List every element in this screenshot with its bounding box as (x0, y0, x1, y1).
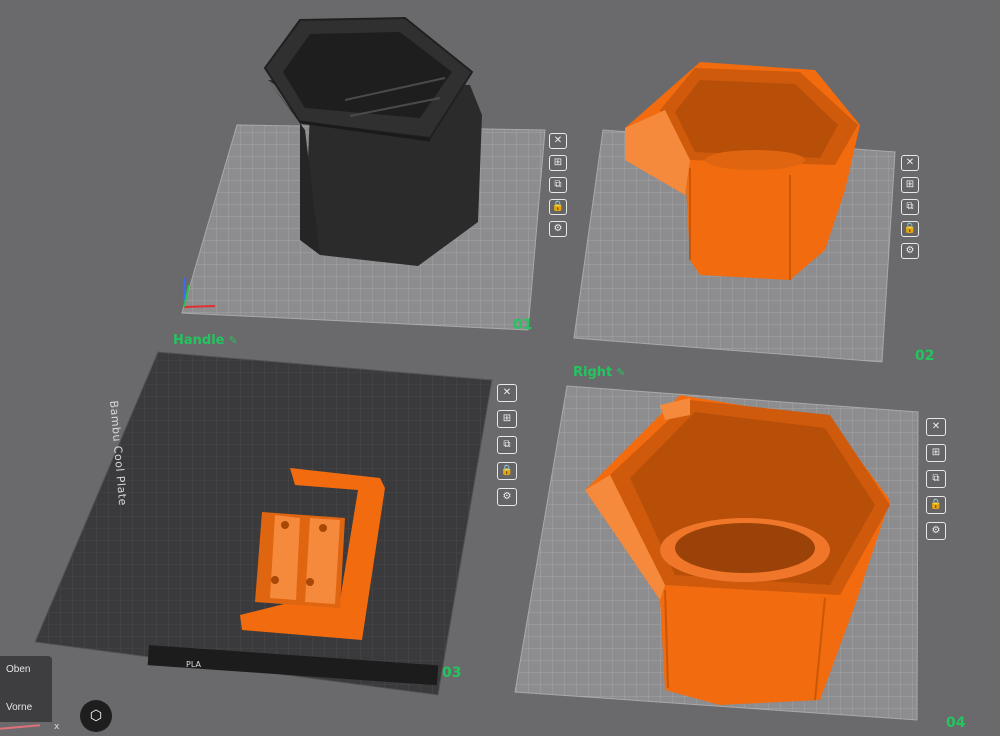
cube-icon: ⬡ (89, 708, 103, 724)
plate-toolbar-02: ✕ ⊞ ⧉ 🔒 ⚙ (901, 155, 919, 259)
plate-number-03: 03 (442, 665, 462, 681)
plate-name-03[interactable]: Handle ✎ (173, 333, 238, 348)
arrange-icon[interactable]: ⊞ (926, 444, 946, 462)
plate-toolbar-01: ✕ ⊞ ⧉ 🔒 ⚙ (549, 133, 567, 237)
viewport-3d[interactable] (0, 0, 1000, 736)
lock-icon[interactable]: 🔒 (926, 496, 946, 514)
edit-icon[interactable]: ✎ (616, 366, 625, 379)
orient-icon[interactable]: ⧉ (497, 436, 517, 454)
settings-icon[interactable]: ⚙ (497, 488, 517, 506)
edit-icon[interactable]: ✎ (229, 334, 238, 347)
close-icon[interactable]: ✕ (901, 155, 919, 171)
plate-name-04[interactable]: Right ✎ (573, 365, 625, 380)
lock-icon[interactable]: 🔒 (497, 462, 517, 480)
settings-icon[interactable]: ⚙ (926, 522, 946, 540)
arrange-icon[interactable]: ⊞ (497, 410, 517, 428)
view-cube[interactable]: Oben Vorne (0, 656, 52, 722)
plate-number-01: 01 (513, 317, 533, 333)
settings-icon[interactable]: ⚙ (549, 221, 567, 237)
close-icon[interactable]: ✕ (926, 418, 946, 436)
lock-icon[interactable]: 🔒 (901, 221, 919, 237)
arrange-icon[interactable]: ⊞ (901, 177, 919, 193)
view-3d-button[interactable]: ⬡ (80, 700, 112, 732)
orient-icon[interactable]: ⧉ (901, 199, 919, 215)
orient-icon[interactable]: ⧉ (926, 470, 946, 488)
close-icon[interactable]: ✕ (497, 384, 517, 402)
plate-name-text: Right (573, 365, 613, 380)
plate-number-04: 04 (946, 715, 966, 731)
x-axis-label: x (54, 722, 60, 732)
settings-icon[interactable]: ⚙ (901, 243, 919, 259)
filament-tag: PLA (186, 660, 201, 669)
plate-toolbar-04: ✕ ⊞ ⧉ 🔒 ⚙ (926, 418, 946, 540)
arrange-icon[interactable]: ⊞ (549, 155, 567, 171)
close-icon[interactable]: ✕ (549, 133, 567, 149)
view-cube-top-label[interactable]: Oben (6, 664, 30, 675)
plate-number-02: 02 (915, 348, 935, 364)
plate-name-text: Handle (173, 333, 225, 348)
plate-toolbar-03: ✕ ⊞ ⧉ 🔒 ⚙ (497, 384, 517, 506)
orient-icon[interactable]: ⧉ (549, 177, 567, 193)
lock-icon[interactable]: 🔒 (549, 199, 567, 215)
view-cube-front-label[interactable]: Vorne (6, 702, 32, 713)
